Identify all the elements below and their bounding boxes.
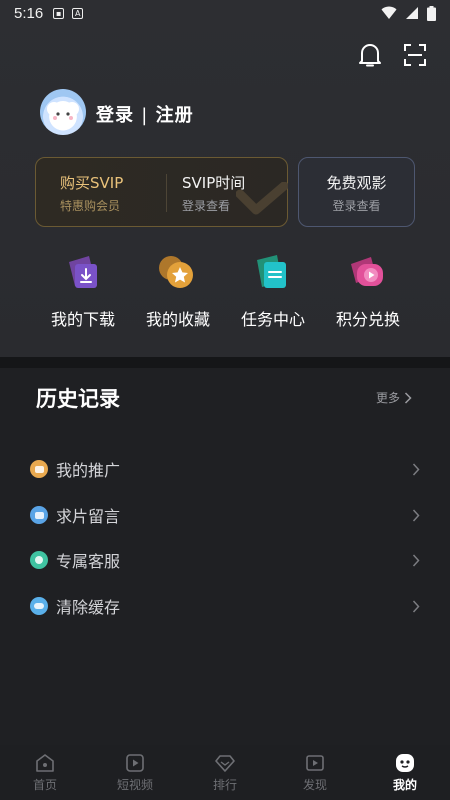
chevron-right-icon [412,599,420,613]
star-icon [156,252,200,296]
svip-time-title: SVIP时间 [182,174,246,192]
support-icon [30,551,48,569]
chevron-right-icon [412,553,420,567]
message-icon [30,506,48,524]
tab-discover[interactable]: 发现 [270,745,360,800]
history-title: 历史记录 [36,387,120,411]
buy-svip-subtitle: 特惠购会员 [60,199,121,213]
wifi-icon [381,6,397,19]
gallery-notification-icon: ▪ [53,7,65,19]
cloud-icon [30,597,48,615]
battery-icon [427,5,436,21]
feature-downloads-label: 我的下载 [50,310,115,329]
home-icon [36,754,54,772]
tab-ranking-label: 排行 [212,778,237,792]
menu-item-movie-request[interactable]: 求片留言 [30,500,420,530]
tab-mine-label: 我的 [392,778,417,792]
chevron-right-icon [404,391,412,404]
svip-card-separator [166,174,167,212]
app-notification-icon: A [72,7,84,19]
free-viewing-card[interactable]: 免费观影 登录查看 [298,157,415,227]
status-time: 5:16 [14,4,44,22]
svip-card[interactable]: 购买SVIP 特惠购会员 SVIP时间 登录查看 [35,157,288,227]
feature-points-exchange-label: 积分兑换 [335,310,400,329]
menu-item-clear-cache[interactable]: 清除缓存 [30,591,420,621]
login-separator: | [141,105,149,126]
login-register-link[interactable]: 登录 | 注册 [96,101,194,127]
menu-item-label: 专属客服 [56,552,121,571]
wallet-icon [30,460,48,478]
tab-mine[interactable]: 我的 [360,745,450,800]
avatar[interactable] [40,89,86,135]
tab-discover-label: 发现 [302,778,327,792]
diamond-icon [215,755,235,772]
menu-item-customer-service[interactable]: 专属客服 [30,545,420,575]
play-icon [346,252,390,296]
feature-downloads[interactable]: 我的下载 [38,252,128,330]
svip-time-section[interactable]: SVIP时间 登录查看 [182,173,245,216]
history-more-link[interactable]: 更多 [376,389,412,406]
task-icon [251,252,295,296]
feature-task-center[interactable]: 任务中心 [228,252,318,330]
free-viewing-subtitle: 登录查看 [332,199,381,213]
bell-icon [359,44,381,67]
scan-icon [404,44,426,66]
video-icon [126,754,144,772]
menu-item-label: 清除缓存 [56,598,121,617]
chevron-right-icon [412,508,420,522]
bottom-tab-bar: 首页 短视频 排行 发现 我的 [0,745,450,800]
tab-home-label: 首页 [32,778,57,792]
status-bar: 5:16 ▪ A [0,0,450,26]
section-divider [0,357,450,368]
tab-ranking[interactable]: 排行 [180,745,270,800]
menu-item-label: 求片留言 [56,507,121,526]
register-label[interactable]: 注册 [156,105,194,126]
menu-item-label: 我的推广 [56,461,121,480]
free-viewing-title: 免费观影 [326,174,387,192]
feature-task-center-label: 任务中心 [240,310,305,329]
buy-svip-section[interactable]: 购买SVIP 特惠购会员 [60,173,123,216]
menu-item-my-promotion[interactable]: 我的推广 [30,454,420,484]
tab-short-video[interactable]: 短视频 [90,745,180,800]
notification-button[interactable] [356,41,384,69]
tab-short-video-label: 短视频 [116,778,153,792]
svip-time-subtitle: 登录查看 [182,199,231,213]
profile-face-icon [396,754,414,772]
feature-points-exchange[interactable]: 积分兑换 [323,252,413,330]
login-label[interactable]: 登录 [96,105,134,126]
tab-home[interactable]: 首页 [0,745,90,800]
chevron-right-icon [412,462,420,476]
discover-icon [306,755,324,771]
feature-favorites[interactable]: 我的收藏 [133,252,223,330]
feature-favorites-label: 我的收藏 [145,310,210,329]
avatar-cloud-icon [47,101,79,127]
scan-button[interactable] [402,42,428,68]
buy-svip-title: 购买SVIP [60,174,124,192]
download-icon [61,252,105,296]
cellular-signal-icon [406,7,418,19]
history-more-label: 更多 [376,391,401,405]
